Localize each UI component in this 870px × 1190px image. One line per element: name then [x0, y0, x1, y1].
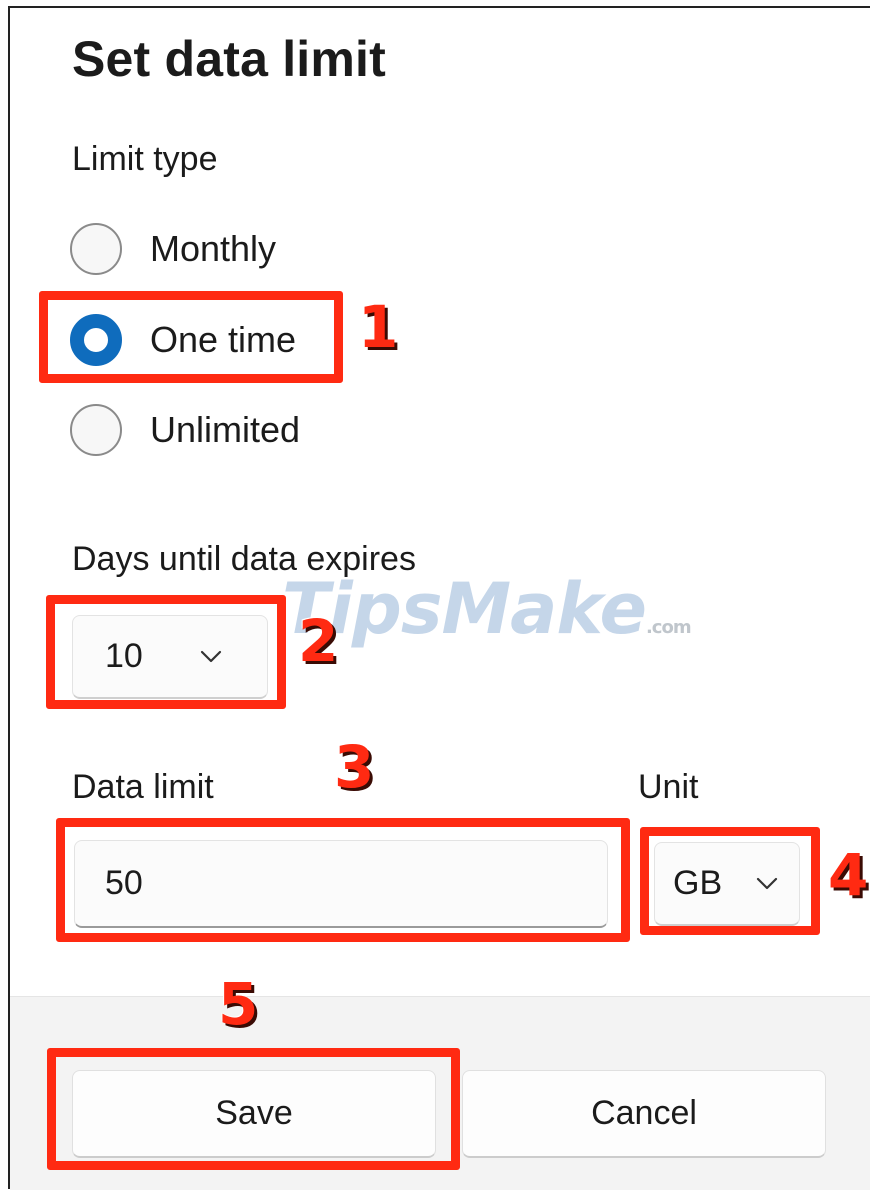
- set-data-limit-dialog: Set data limit Limit type Monthly One ti…: [0, 0, 870, 1190]
- radio-unchecked-icon[interactable]: [70, 404, 122, 456]
- radio-unlimited[interactable]: Unlimited: [70, 401, 300, 459]
- data-limit-label: Data limit: [72, 768, 214, 806]
- dialog-title: Set data limit: [72, 31, 386, 87]
- days-until-expire-label: Days until data expires: [72, 540, 416, 578]
- callout-number-2: 2: [298, 607, 339, 675]
- radio-monthly[interactable]: Monthly: [70, 220, 276, 278]
- unit-dropdown-value: GB: [673, 864, 723, 902]
- unit-dropdown[interactable]: GB: [654, 842, 800, 926]
- data-limit-input[interactable]: 50: [74, 840, 608, 928]
- cancel-button[interactable]: Cancel: [462, 1070, 826, 1158]
- watermark-suffix: .com: [645, 617, 692, 638]
- radio-unchecked-icon[interactable]: [70, 223, 122, 275]
- chevron-down-icon: [755, 877, 779, 891]
- callout-number-5: 5: [218, 970, 259, 1038]
- callout-number-1: 1: [358, 293, 399, 361]
- save-button[interactable]: Save: [72, 1070, 436, 1158]
- radio-one-time-label: One time: [150, 319, 297, 360]
- days-dropdown[interactable]: 10: [72, 615, 268, 699]
- radio-checked-icon[interactable]: [70, 314, 122, 366]
- days-dropdown-value: 10: [105, 637, 143, 675]
- limit-type-label: Limit type: [72, 140, 218, 178]
- dialog-border-top: [8, 6, 870, 8]
- watermark: TipsMake.com: [282, 568, 692, 650]
- radio-monthly-label: Monthly: [150, 228, 277, 269]
- unit-label: Unit: [638, 768, 699, 806]
- callout-number-3: 3: [334, 733, 375, 801]
- radio-one-time[interactable]: One time: [70, 311, 296, 369]
- radio-unlimited-label: Unlimited: [150, 409, 301, 450]
- chevron-down-icon: [199, 650, 223, 664]
- callout-number-4: 4: [828, 841, 869, 909]
